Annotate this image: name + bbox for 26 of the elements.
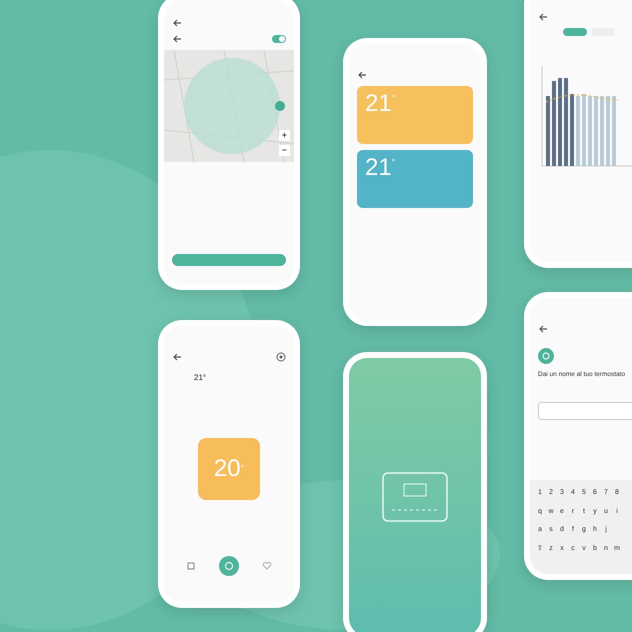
power-icon (224, 561, 234, 571)
unit-label: ° (392, 93, 396, 103)
tab[interactable] (563, 28, 587, 36)
nav-tab[interactable] (219, 556, 239, 576)
unit-label: ° (240, 462, 244, 476)
back-arrow-icon[interactable] (172, 352, 182, 362)
heart-icon (262, 561, 272, 571)
temperature-reading: 21 (365, 90, 392, 117)
back-arrow-icon[interactable] (357, 70, 367, 80)
confirm-button[interactable] (172, 254, 286, 266)
back-arrow-icon[interactable] (172, 34, 182, 44)
zoom-button[interactable]: − (278, 145, 290, 156)
name-input-field[interactable] (538, 402, 632, 420)
back-arrow-icon[interactable] (172, 18, 182, 28)
thermostat-badge-icon (538, 348, 554, 364)
thermostat-outline-drawing (382, 472, 448, 522)
temperature-reading: 21 (365, 154, 392, 181)
settings-icon[interactable] (276, 352, 286, 362)
toggle-switch[interactable] (272, 35, 286, 43)
list-icon (186, 561, 196, 571)
setpoint-reading: 20 (214, 457, 241, 481)
back-arrow-icon[interactable] (538, 324, 548, 334)
zoom-button[interactable]: + (278, 130, 290, 141)
current-temperature: 21° (194, 372, 206, 384)
back-arrow-icon[interactable] (538, 12, 548, 22)
unit-label: ° (392, 157, 396, 167)
